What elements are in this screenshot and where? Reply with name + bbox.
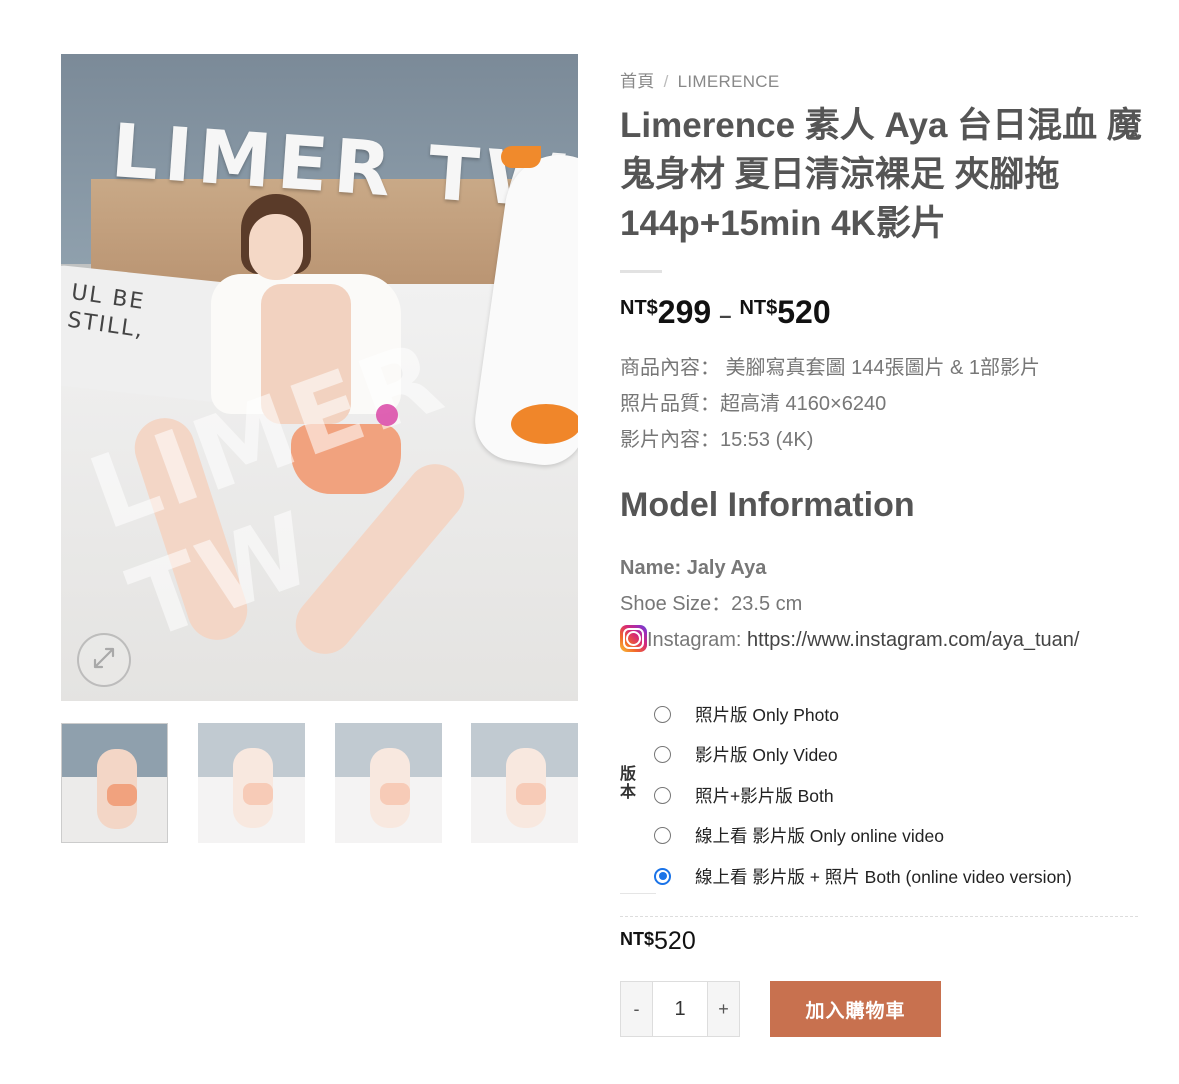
instagram-link[interactable]: https://www.instagram.com/aya_tuan/ <box>747 629 1079 651</box>
add-to-cart-button[interactable]: 加入購物車 <box>770 981 941 1037</box>
breadcrumb-home-link[interactable]: 首頁 <box>620 72 655 91</box>
radio-button[interactable] <box>654 705 671 723</box>
radio-button[interactable] <box>654 786 671 804</box>
price-max-currency: NT$ <box>739 297 778 319</box>
zoom-button[interactable] <box>77 633 131 687</box>
selected-price-currency: NT$ <box>620 929 655 949</box>
product-title: Limerence 素人 Aya 台日混血 魔鬼身材 夏日清涼裸足 夾腳拖 14… <box>620 106 1142 243</box>
thumbnail-1[interactable] <box>61 723 168 843</box>
variation-option-photo[interactable]: 照片版 Only Photo <box>654 694 1072 735</box>
image-pink-dot <box>376 404 398 426</box>
thumbnail-4[interactable] <box>471 723 578 843</box>
model-name: Name: Jaly Aya <box>620 557 767 579</box>
instagram-label: Instagram: <box>647 629 748 651</box>
figure-face <box>249 214 303 280</box>
breadcrumb: 首頁 / LIMERENCE <box>620 67 780 92</box>
option-label[interactable]: 線上看 影片版 + 照片 Both (online video version) <box>695 864 1072 889</box>
radio-button[interactable] <box>654 746 671 764</box>
selected-price-amount: 520 <box>654 927 696 955</box>
variation-option-video[interactable]: 影片版 Only Video <box>654 735 1072 776</box>
thumb-figure-detail <box>516 783 546 805</box>
variation-options: 照片版 Only Photo 影片版 Only Video 照片+影片版 Bot… <box>654 694 1072 897</box>
option-label[interactable]: 線上看 影片版 Only online video <box>695 823 944 848</box>
quantity-plus-button[interactable]: + <box>707 981 740 1037</box>
quantity-stepper: - + <box>620 981 740 1037</box>
model-info: Name: Jaly Aya Shoe Size：23.5 cm Instagr… <box>620 550 1079 658</box>
variation-option-online-both[interactable]: 線上看 影片版 + 照片 Both (online video version) <box>654 856 1072 897</box>
quantity-minus-button[interactable]: - <box>620 981 653 1037</box>
thumbnail-2[interactable] <box>198 723 305 843</box>
title-divider <box>620 270 662 273</box>
thumbnail-3[interactable] <box>335 723 442 843</box>
selected-variation-price: NT$520 <box>620 927 696 956</box>
image-goose-beak <box>501 146 541 168</box>
price-min-currency: NT$ <box>620 297 658 319</box>
model-instagram-row: Instagram: https://www.instagram.com/aya… <box>620 622 1079 658</box>
quantity-input[interactable] <box>653 981 707 1037</box>
expand-arrows-icon <box>91 645 117 676</box>
product-details: 商品內容： 美腳寫真套圖 144張圖片 & 1部影片 照片品質：超高清 4160… <box>620 350 1040 458</box>
thumb-figure-detail <box>380 783 410 805</box>
detail-photo-quality: 照片品質：超高清 4160×6240 <box>620 393 887 415</box>
thumb-figure-detail <box>243 783 273 805</box>
price-max: 520 <box>777 294 831 330</box>
detail-video-length: 影片內容：15:53 (4K) <box>620 429 814 451</box>
detail-content: 商品內容： 美腳寫真套圖 144張圖片 & 1部影片 <box>620 357 1041 379</box>
price-min: 299 <box>657 294 712 330</box>
thumb-figure-detail <box>107 784 137 806</box>
radio-button-selected[interactable] <box>654 867 671 885</box>
model-info-heading: Model Information <box>620 486 915 524</box>
option-label[interactable]: 影片版 Only Video <box>695 742 838 767</box>
product-main-image[interactable]: LIMER TW UL BE STILL, LIMER TW <box>61 54 578 701</box>
image-pillow-text: UL BE STILL, <box>65 279 147 344</box>
variation-label: 版本 <box>620 766 637 801</box>
breadcrumb-separator: / <box>663 72 669 91</box>
price-dash: – <box>719 303 732 328</box>
option-label[interactable]: 照片+影片版 Both <box>695 783 834 808</box>
options-divider <box>620 893 656 894</box>
breadcrumb-category-link[interactable]: LIMERENCE <box>678 72 780 91</box>
variation-option-online-video[interactable]: 線上看 影片版 Only online video <box>654 816 1072 857</box>
thumbnail-strip <box>61 723 578 844</box>
variation-option-both[interactable]: 照片+影片版 Both <box>654 775 1072 816</box>
radio-button[interactable] <box>654 827 671 845</box>
option-label[interactable]: 照片版 Only Photo <box>695 702 839 727</box>
price-separator <box>620 916 1138 917</box>
price-range: NT$299– NT$520 <box>620 294 831 331</box>
model-shoe-size: Shoe Size：23.5 cm <box>620 593 803 615</box>
instagram-icon <box>620 625 647 652</box>
